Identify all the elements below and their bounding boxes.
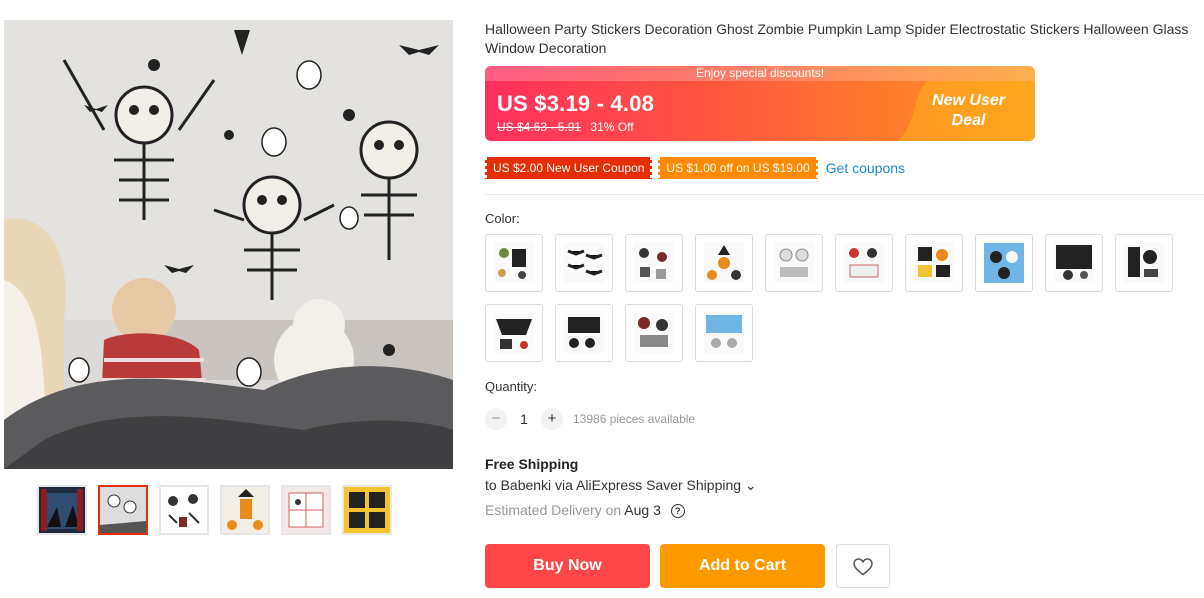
pieces-available: 13986 pieces available bbox=[573, 412, 696, 426]
thumbnail-2[interactable] bbox=[98, 485, 148, 535]
price-banner: Enjoy special discounts! US $3.19 - 4.08… bbox=[485, 66, 1035, 141]
add-to-cart-button[interactable]: Add to Cart bbox=[660, 544, 825, 588]
delivery-label: Estimated Delivery on bbox=[485, 502, 622, 518]
color-swatch-11[interactable] bbox=[485, 304, 543, 362]
new-user-coupon[interactable]: US $2.00 New User Coupon bbox=[485, 157, 653, 179]
original-price: US $4.63 - 5.91 bbox=[497, 120, 582, 134]
color-swatch-14[interactable] bbox=[695, 304, 753, 362]
buy-now-button[interactable]: Buy Now bbox=[485, 544, 650, 588]
quantity-value[interactable]: 1 bbox=[507, 411, 541, 427]
shipping-method-selector[interactable]: to Babenki via AliExpress Saver Shipping… bbox=[485, 477, 757, 494]
quantity-label: Quantity: bbox=[485, 379, 538, 394]
wishlist-button[interactable] bbox=[836, 544, 890, 588]
quantity-stepper: − 1 + 13986 pieces available bbox=[485, 408, 695, 430]
thumbnail-6[interactable] bbox=[342, 485, 392, 535]
color-swatch-4[interactable] bbox=[695, 234, 753, 292]
divider bbox=[485, 194, 1204, 195]
color-label: Color: bbox=[485, 211, 520, 226]
current-price: US $3.19 - 4.08 bbox=[497, 91, 655, 116]
color-swatch-2[interactable] bbox=[555, 234, 613, 292]
delivery-date: Aug 3 bbox=[624, 502, 661, 518]
estimated-delivery: Estimated Delivery on Aug 3 ? bbox=[485, 502, 685, 519]
discount-strip: Enjoy special discounts! bbox=[485, 66, 1035, 81]
color-swatch-7[interactable] bbox=[905, 234, 963, 292]
original-price-row: US $4.63 - 5.91 31% Off bbox=[497, 120, 634, 134]
quantity-decrease-button[interactable]: − bbox=[485, 408, 507, 430]
discount-percent: 31% Off bbox=[590, 120, 634, 134]
quantity-increase-button[interactable]: + bbox=[541, 408, 563, 430]
shipping-title: Free Shipping bbox=[485, 456, 579, 472]
color-swatch-5[interactable] bbox=[765, 234, 823, 292]
color-swatch-9[interactable] bbox=[1045, 234, 1103, 292]
heart-icon bbox=[853, 558, 873, 576]
main-product-image bbox=[4, 20, 453, 469]
color-swatch-12[interactable] bbox=[555, 304, 613, 362]
thumbnail-1[interactable] bbox=[37, 485, 87, 535]
color-swatch-10[interactable] bbox=[1115, 234, 1173, 292]
thumbnail-3[interactable] bbox=[159, 485, 209, 535]
color-swatch-3[interactable] bbox=[625, 234, 683, 292]
color-swatch-8[interactable] bbox=[975, 234, 1033, 292]
store-coupon[interactable]: US $1.00 off on US $19.00 bbox=[658, 157, 818, 179]
deal-line-2: Deal bbox=[951, 112, 986, 129]
thumbnail-4[interactable] bbox=[220, 485, 270, 535]
get-coupons-link[interactable]: Get coupons bbox=[826, 160, 905, 176]
color-swatch-6[interactable] bbox=[835, 234, 893, 292]
color-swatch-grid bbox=[485, 234, 1204, 362]
product-title: Halloween Party Stickers Decoration Ghos… bbox=[485, 21, 1189, 56]
deal-line-1: New User bbox=[932, 92, 1005, 109]
thumbnail-5[interactable] bbox=[281, 485, 331, 535]
coupon-row: US $2.00 New User Coupon US $1.00 off on… bbox=[485, 157, 905, 179]
color-swatch-1[interactable] bbox=[485, 234, 543, 292]
help-icon[interactable]: ? bbox=[670, 504, 685, 519]
new-user-deal-label: New User Deal bbox=[932, 91, 1005, 131]
color-swatch-13[interactable] bbox=[625, 304, 683, 362]
thumbnail-strip bbox=[37, 485, 392, 535]
